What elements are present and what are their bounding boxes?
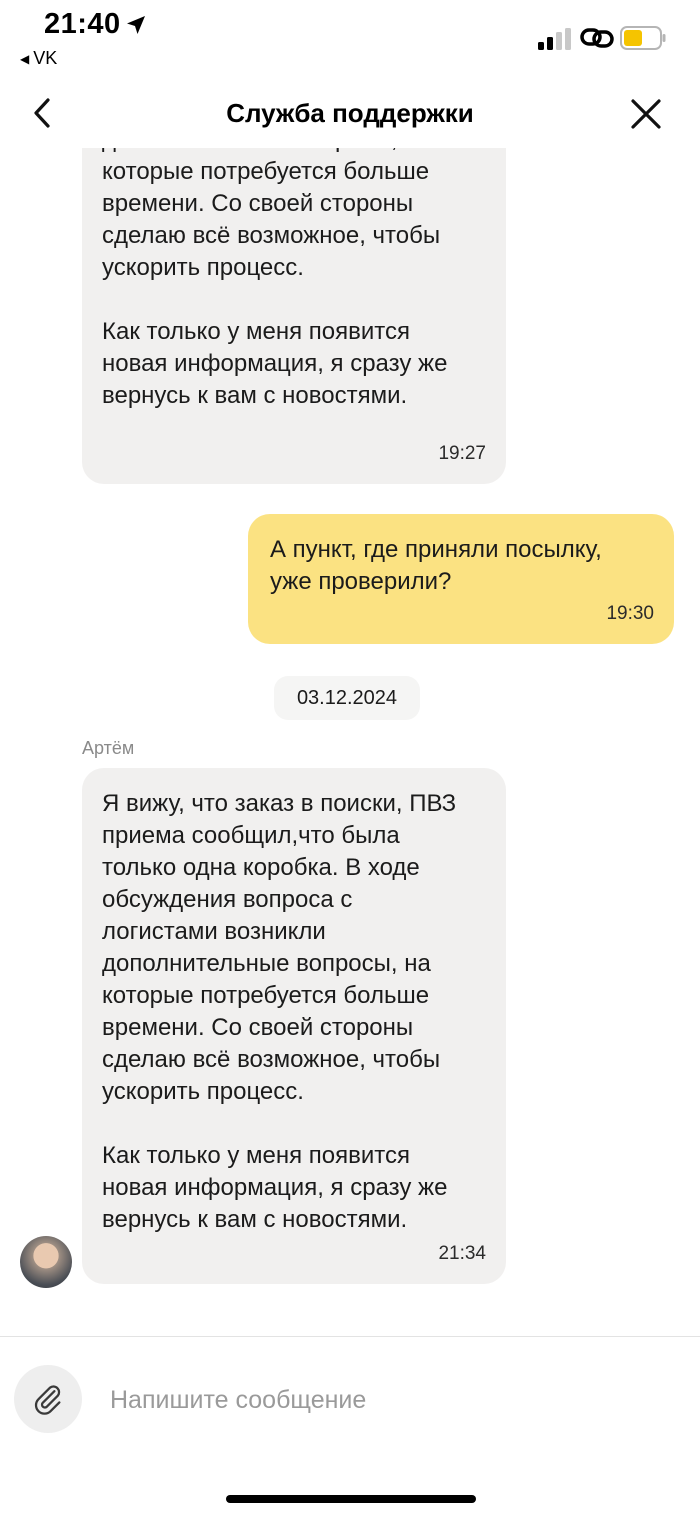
- paperclip-icon: [34, 1385, 61, 1415]
- location-arrow-icon: [127, 16, 145, 34]
- message-text: А пункт, где приняли посылку, уже провер…: [270, 536, 602, 595]
- message-time: 19:27: [438, 443, 486, 464]
- status-bar: 21:40 ◀ VK: [0, 0, 700, 80]
- back-triangle-icon: ◀: [20, 51, 30, 66]
- battery-icon: [620, 26, 666, 50]
- incoming-message: дополнительные вопросы, на которые потре…: [82, 148, 506, 484]
- close-icon[interactable]: [628, 96, 664, 132]
- avatar[interactable]: [20, 1236, 72, 1288]
- message-time: 19:30: [606, 603, 654, 624]
- message-composer: [0, 1337, 700, 1517]
- back-to-app-link[interactable]: ◀ VK: [20, 48, 57, 69]
- message-input[interactable]: [108, 1379, 672, 1421]
- page-title: Служба поддержки: [226, 98, 474, 128]
- link-icon: [580, 28, 614, 48]
- outgoing-message: А пункт, где приняли посылку, уже провер…: [248, 514, 674, 644]
- attach-button[interactable]: [14, 1365, 82, 1433]
- message-time: 21:34: [438, 1243, 486, 1264]
- message-text: Я вижу, что заказ в поиски, ПВЗ приема с…: [102, 790, 457, 1233]
- message-text: дополнительные вопросы, на которые потре…: [102, 148, 448, 409]
- back-app-label: VK: [33, 48, 58, 68]
- sender-name: Артём: [82, 738, 135, 758]
- date-separator: 03.12.2024: [274, 676, 420, 720]
- home-indicator[interactable]: [226, 1495, 476, 1503]
- status-time: 21:40: [44, 8, 121, 40]
- chat-area[interactable]: дополнительные вопросы, на которые потре…: [0, 148, 700, 1336]
- incoming-message: Я вижу, что заказ в поиски, ПВЗ приема с…: [82, 768, 506, 1284]
- signal-icon: [538, 28, 571, 50]
- navigation-bar: Служба поддержки: [0, 80, 700, 148]
